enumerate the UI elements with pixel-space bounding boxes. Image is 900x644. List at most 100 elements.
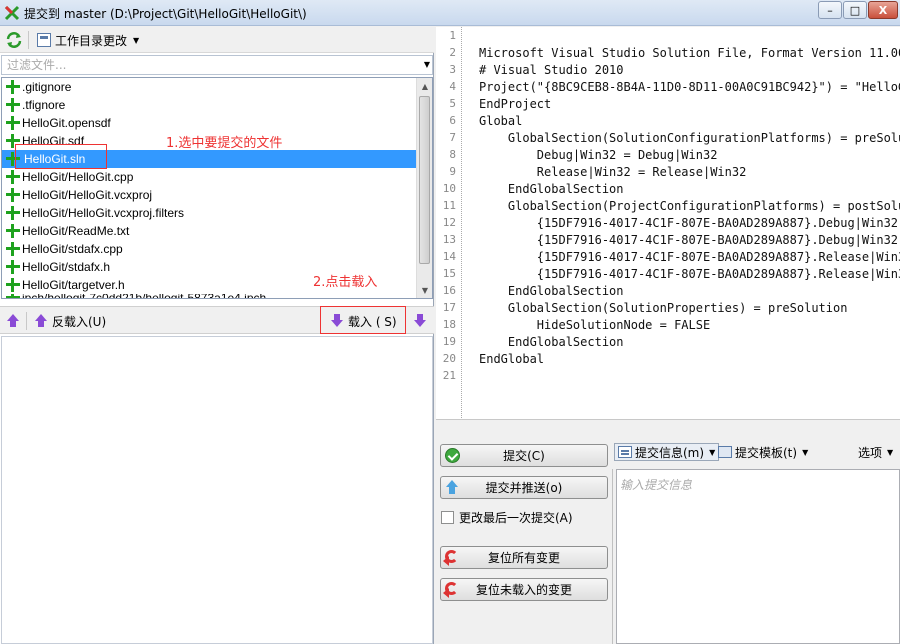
chevron-down-icon: ▼ [887, 447, 894, 457]
line-number: 17 [442, 301, 456, 314]
added-file-icon [5, 97, 21, 113]
line-number: 4 [449, 80, 456, 93]
code-line: # Visual Studio 2010 [479, 63, 624, 77]
diff-viewer[interactable]: 1 2 3 4 5 6 7 8 9 10 11 12 13 14 15 16 17 18 19 20 21 Micros… [436, 27, 900, 420]
added-file-icon [5, 241, 21, 257]
line-number: 21 [442, 369, 456, 382]
commit-label: 提交(C) [503, 449, 545, 463]
annotation-highlight-file [15, 144, 107, 169]
code-line: EndGlobal [479, 352, 545, 366]
reset-all-button[interactable]: 复位所有变更 [440, 546, 608, 569]
unstage-label: 反载入(U) [52, 314, 107, 329]
commit-message-toolbar: 提交信息(m) ▼ 提交模板(t) ▼ 选项 ▼ [612, 441, 900, 463]
window-title: 提交到 master (D:\Project\Git\HelloGit\Hell… [24, 7, 307, 21]
file-name: HelloGit/ReadMe.txt [22, 224, 130, 238]
toolbar-separator [26, 312, 27, 330]
commit-button[interactable]: 提交(C) [440, 444, 608, 467]
line-number: 5 [449, 97, 456, 110]
staged-file-list[interactable] [1, 336, 433, 644]
file-list-item[interactable]: HelloGit/HelloGit.cpp [2, 168, 417, 186]
code-line: {15DF7916-4017-4C1F-807E-BA0AD289A887}.R… [536, 267, 900, 281]
added-file-icon [5, 115, 21, 131]
commit-push-button[interactable]: 提交并推送(o) [440, 476, 608, 499]
line-number: 12 [442, 216, 456, 229]
code-line: Microsoft Visual Studio Solution File, F… [479, 46, 900, 60]
code-line: Release|Win32 = Release|Win32 [479, 165, 747, 179]
added-file-icon [5, 277, 21, 293]
added-file-icon [5, 259, 21, 275]
file-list-item[interactable]: HelloGit.opensdf [2, 114, 417, 132]
added-file-icon [5, 79, 21, 95]
line-number-gutter: 1 2 3 4 5 6 7 8 9 10 11 12 13 14 15 16 17 18 19 20 21 [436, 27, 462, 419]
line-number: 16 [442, 284, 456, 297]
splitter[interactable] [612, 469, 613, 644]
scroll-thumb[interactable] [419, 96, 430, 264]
title-bar: 提交到 master (D:\Project\Git\HelloGit\Hell… [0, 0, 900, 26]
file-list-item[interactable]: .gitignore [2, 78, 417, 96]
file-name: HelloGit/stdafx.h [22, 260, 111, 274]
file-list-scrollbar[interactable]: ▲ ▼ [416, 78, 432, 298]
reset-unstaged-button[interactable]: 复位未载入的变更 [440, 578, 608, 601]
maximize-button[interactable]: □ [843, 1, 867, 19]
chevron-down-icon: ▼ [133, 35, 140, 45]
line-number: 14 [442, 250, 456, 263]
undo-icon [443, 582, 458, 598]
toolbar-separator [28, 31, 29, 49]
filter-files-input[interactable] [2, 56, 412, 74]
refresh-icon[interactable] [5, 31, 23, 49]
code-line: {15DF7916-4017-4C1F-807E-BA0AD289A887}.D… [536, 216, 900, 230]
filter-files-box[interactable]: ▼ [1, 55, 433, 75]
chevron-down-icon[interactable]: ▼ [424, 60, 430, 69]
commit-message-dropdown[interactable]: 提交信息(m) ▼ [614, 443, 720, 461]
commit-message-input[interactable] [617, 470, 899, 643]
code-line: Project("{8BC9CEB8-8B4A-11D0-8D11-00A0C9… [479, 80, 900, 94]
added-file-icon [5, 205, 21, 221]
unstaged-file-list[interactable]: ipch/hellogit-7c0dd21b/hellogit-5873a1e4… [1, 77, 433, 299]
line-number: 6 [449, 114, 456, 127]
working-dir-changes-dropdown[interactable]: 工作目录更改 ▼ [33, 30, 143, 50]
check-icon [445, 448, 460, 463]
minimize-button[interactable]: – [818, 1, 842, 19]
line-number: 2 [449, 46, 456, 59]
amend-commit-checkbox[interactable]: 更改最后一次提交(A) [441, 509, 573, 526]
added-file-icon [5, 169, 21, 185]
file-name: HelloGit.opensdf [22, 116, 111, 130]
options-dropdown[interactable]: 选项 ▼ [858, 443, 893, 461]
scroll-up-icon[interactable]: ▲ [417, 78, 432, 94]
code-line: Global [479, 114, 523, 128]
template-icon [718, 446, 732, 458]
chevron-down-icon: ▼ [709, 447, 716, 457]
line-number: 9 [449, 165, 456, 178]
unstage-button[interactable]: 反载入(U) [34, 311, 106, 331]
close-button[interactable]: X [868, 1, 898, 19]
code-line: EndGlobalSection [479, 284, 624, 298]
line-number: 15 [442, 267, 456, 280]
commit-message-label: 提交信息(m) [635, 445, 705, 460]
document-icon [37, 33, 51, 47]
file-list-item[interactable]: HelloGit/ReadMe.txt [2, 222, 417, 240]
unstage-all-icon[interactable] [6, 314, 20, 328]
commit-template-dropdown[interactable]: 提交模板(t) ▼ [718, 443, 808, 461]
file-list-item[interactable]: HelloGit/HelloGit.vcxproj.filters [2, 204, 417, 222]
stage-all-icon[interactable] [413, 314, 427, 328]
annotation-step1: 1.选中要提交的文件 [166, 136, 283, 151]
file-name: HelloGit/HelloGit.vcxproj.filters [22, 206, 185, 220]
file-list-item[interactable]: HelloGit/stdafx.cpp [2, 240, 417, 258]
line-number: 1 [449, 29, 456, 42]
file-list-item[interactable]: ipch/hellogit-7c0dd21b/hellogit-5873a1e4… [2, 294, 417, 298]
code-line: HideSolutionNode = FALSE [479, 318, 711, 332]
line-number: 8 [449, 148, 456, 161]
file-list-item[interactable]: HelloGit/HelloGit.vcxproj [2, 186, 417, 204]
line-number: 3 [449, 63, 456, 76]
reset-unstaged-label: 复位未载入的变更 [475, 583, 572, 597]
code-line: {15DF7916-4017-4C1F-807E-BA0AD289A887}.R… [536, 250, 900, 264]
line-number: 20 [442, 352, 456, 365]
file-list-item[interactable]: .tfignore [2, 96, 417, 114]
scroll-down-icon[interactable]: ▼ [417, 282, 432, 298]
options-label: 选项 [858, 445, 883, 460]
added-file-icon [5, 223, 21, 239]
code-line: GlobalSection(SolutionProperties) = preS… [479, 301, 848, 315]
chevron-down-icon: ▼ [802, 447, 809, 457]
commit-message-box[interactable] [616, 469, 900, 644]
checkbox[interactable] [441, 511, 454, 524]
